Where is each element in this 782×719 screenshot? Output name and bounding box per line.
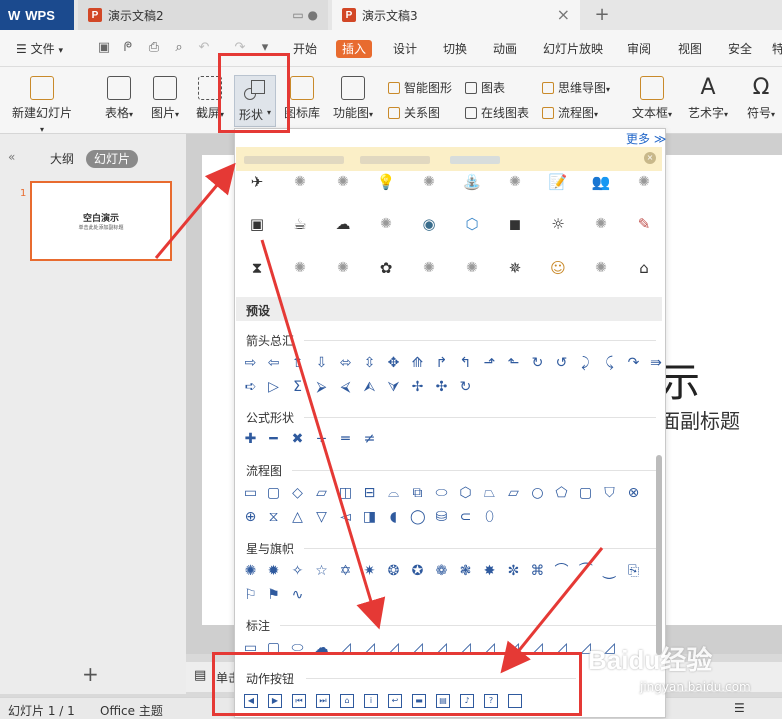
watermark-url: jingyan.baidu.com: [640, 680, 751, 694]
annotation-arrows: [154, 162, 604, 674]
watermark-logo: Baidu经验: [588, 645, 713, 675]
annotation-arrow: [154, 162, 236, 259]
annotation-arrow: [260, 239, 386, 630]
